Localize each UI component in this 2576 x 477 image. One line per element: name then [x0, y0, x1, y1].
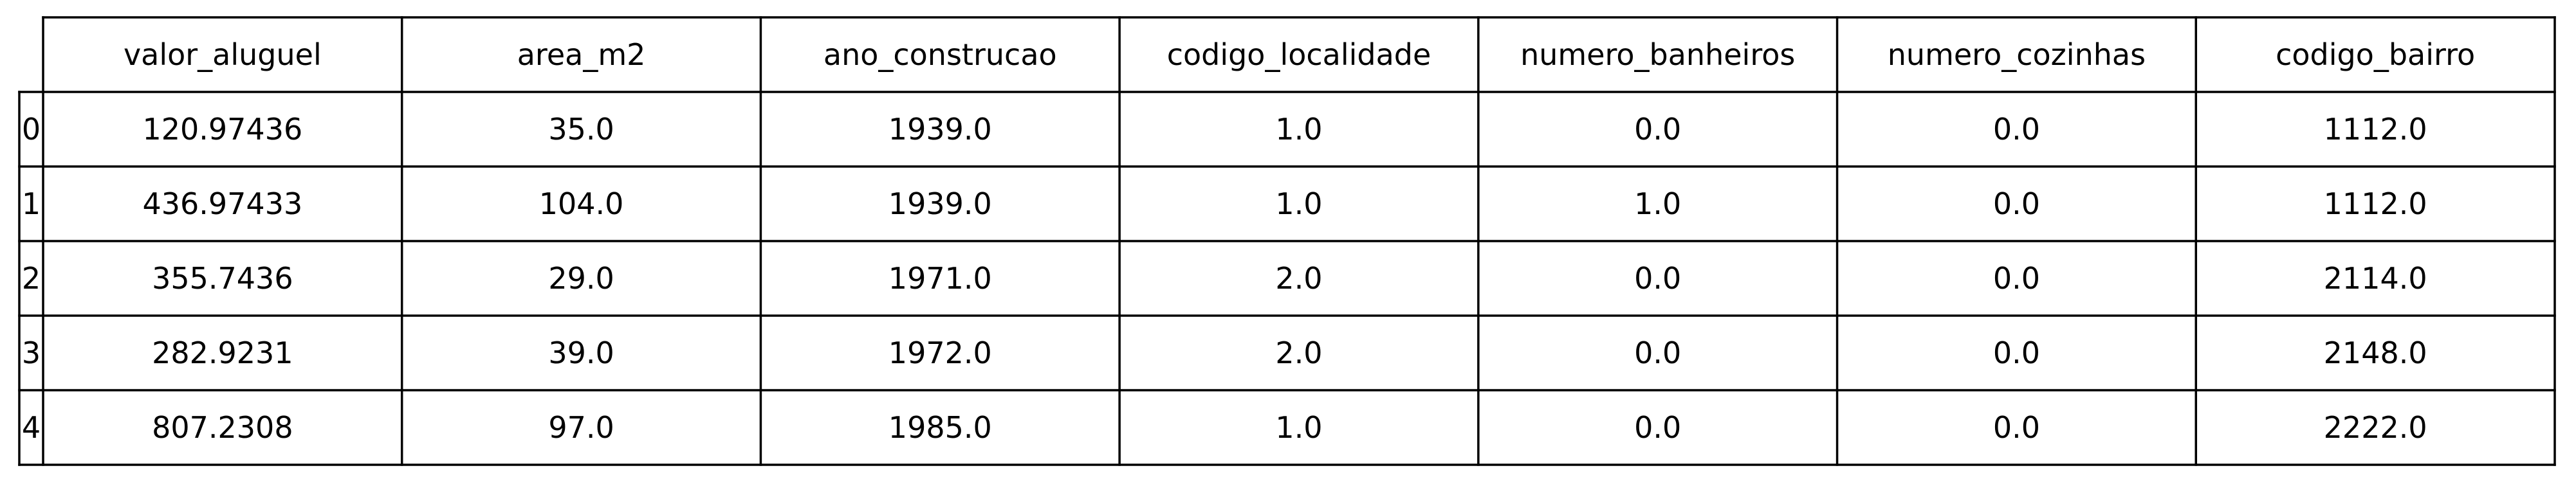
table-cell: 1.0 — [1275, 112, 1322, 147]
table-cell: 1939.0 — [888, 112, 992, 147]
table-cell: 1985.0 — [888, 410, 992, 445]
table-cell: 1972.0 — [888, 336, 992, 370]
column-header: ano_construcao — [823, 37, 1057, 72]
column-header: area_m2 — [517, 37, 646, 72]
table-cell: 0.0 — [1993, 410, 2040, 445]
table-cell: 0.0 — [1634, 261, 1681, 296]
column-header-row: valor_aluguel area_m2 ano_construcao codigo… — [124, 37, 2475, 72]
table-cell: 2148.0 — [2324, 336, 2427, 370]
column-header: valor_aluguel — [124, 37, 322, 72]
table-cell: 355.7436 — [152, 261, 293, 296]
table-cell: 282.9231 — [152, 336, 293, 370]
table-cell: 120.97436 — [142, 112, 302, 147]
table-cell: 0.0 — [1993, 112, 2040, 147]
table-cell: 2222.0 — [2324, 410, 2427, 445]
table-cell: 1.0 — [1634, 186, 1681, 221]
row-index-label: 1 — [22, 186, 41, 221]
column-header: numero_cozinhas — [1888, 37, 2146, 72]
column-header: numero_banheiros — [1520, 37, 1795, 72]
table-cell: 35.0 — [548, 112, 614, 147]
row-index-label: 4 — [22, 410, 41, 445]
table-cell: 0.0 — [1634, 410, 1681, 445]
table-cell: 97.0 — [548, 410, 614, 445]
row-index-label: 2 — [22, 261, 41, 296]
column-header: codigo_localidade — [1167, 37, 1431, 72]
data-table: valor_aluguel area_m2 ano_construcao codigo… — [18, 16, 2556, 466]
table-cell: 2114.0 — [2324, 261, 2427, 296]
table-cell: 1971.0 — [888, 261, 992, 296]
table-cell: 1.0 — [1275, 410, 1322, 445]
table-cell: 0.0 — [1993, 336, 2040, 370]
row-index-label: 3 — [22, 336, 41, 370]
table-cell: 0.0 — [1993, 186, 2040, 221]
table-cell: 0.0 — [1993, 261, 2040, 296]
table-cell: 0.0 — [1634, 112, 1681, 147]
table-cell: 1112.0 — [2324, 186, 2427, 221]
table-cell: 1939.0 — [888, 186, 992, 221]
table-cell: 807.2308 — [152, 410, 293, 445]
table-cell: 29.0 — [548, 261, 614, 296]
row-index-label: 0 — [22, 112, 41, 147]
table-grid — [18, 16, 2556, 466]
row-index-column: 0 1 2 3 4 — [22, 112, 41, 445]
table-cell: 1112.0 — [2324, 112, 2427, 147]
table-cell: 104.0 — [539, 186, 624, 221]
table-cell: 2.0 — [1275, 336, 1322, 370]
table-cell: 0.0 — [1634, 336, 1681, 370]
table-body: 120.97436 35.0 1939.0 1.0 0.0 0.0 1112.0 436.97… — [142, 112, 2427, 445]
column-header: codigo_bairro — [2276, 37, 2475, 72]
table-cell: 436.97433 — [142, 186, 302, 221]
table-cell: 1.0 — [1275, 186, 1322, 221]
table-cell: 2.0 — [1275, 261, 1322, 296]
table-cell: 39.0 — [548, 336, 614, 370]
